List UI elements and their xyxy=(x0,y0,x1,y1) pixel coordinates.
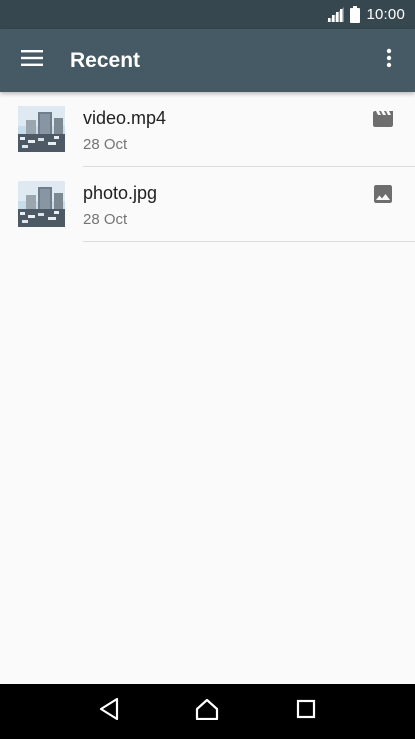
system-nav-bar xyxy=(0,684,415,739)
list-item[interactable]: photo.jpg 28 Oct xyxy=(0,167,415,242)
screen: 10:00 Recent video.mp4 28 Oct photo.jpg … xyxy=(0,0,415,739)
more-vert-icon xyxy=(386,48,392,73)
overflow-menu-button[interactable] xyxy=(363,29,415,92)
thumbnail-image xyxy=(18,181,65,227)
page-title: Recent xyxy=(70,48,141,72)
row-divider xyxy=(83,241,415,242)
file-name: photo.jpg xyxy=(83,183,158,203)
list-item[interactable]: video.mp4 28 Oct xyxy=(0,92,415,167)
status-bar: 10:00 xyxy=(0,0,415,29)
file-list: video.mp4 28 Oct photo.jpg 28 Oct xyxy=(0,92,415,242)
status-clock: 10:00 xyxy=(366,6,405,23)
cell-signal-icon xyxy=(327,7,345,22)
file-name: video.mp4 xyxy=(83,108,167,128)
battery-icon xyxy=(350,6,361,23)
thumbnail-image xyxy=(18,106,65,152)
app-toolbar: Recent xyxy=(0,29,415,92)
home-icon xyxy=(195,698,219,725)
home-button[interactable] xyxy=(187,692,227,732)
back-button[interactable] xyxy=(89,692,129,732)
hamburger-menu-icon xyxy=(21,50,43,71)
movie-icon xyxy=(371,107,395,131)
back-icon xyxy=(98,697,120,726)
menu-button[interactable] xyxy=(0,29,64,92)
file-date: 28 Oct xyxy=(83,136,128,153)
recent-apps-button[interactable] xyxy=(286,692,326,732)
file-date: 28 Oct xyxy=(83,211,128,228)
image-icon xyxy=(371,182,395,206)
recent-apps-icon xyxy=(296,699,316,724)
